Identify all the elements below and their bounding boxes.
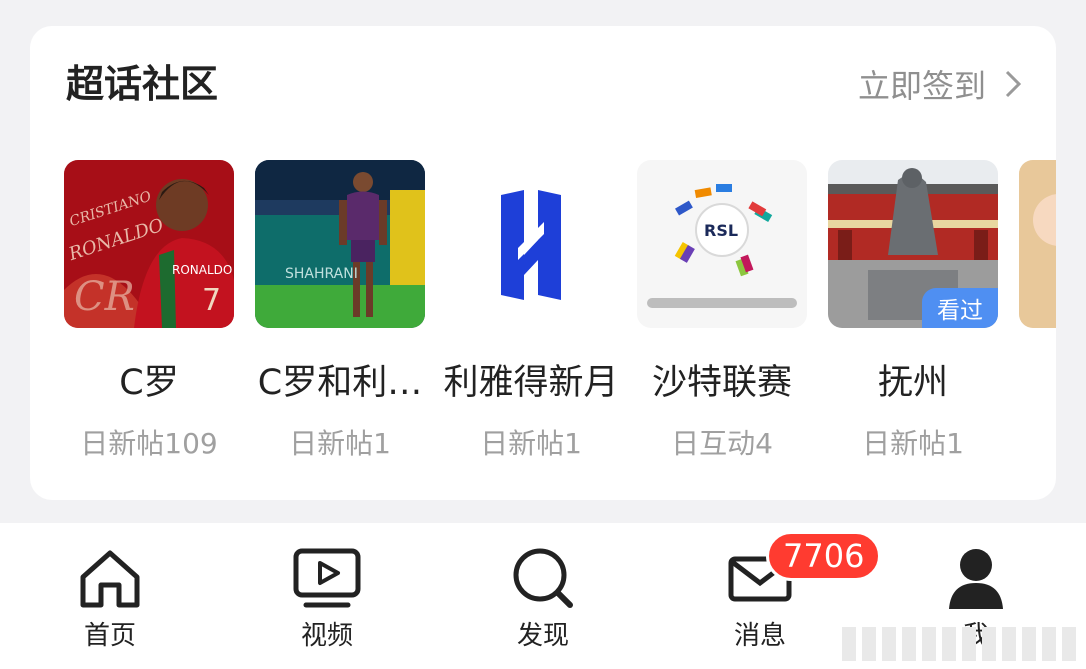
topic-item[interactable]: 看过 抚州 日新帖1 [828,160,1008,470]
topic-strip[interactable]: RONALDO 7 CRISTIANO RONALDO CR C罗 日新帖109 [64,160,1056,470]
chevron-right-icon [1005,70,1022,98]
topic-item[interactable]: SHAHRANI C罗和利… 日新帖1 [255,160,435,470]
training-image: SHAHRANI [255,160,425,328]
topic-name: 利雅得新月 [443,363,619,403]
checkin-label: 立即签到 [857,67,986,105]
tab-video[interactable]: 视频 [247,523,407,669]
message-count-badge: 7706 [766,531,882,581]
topic-item[interactable]: 耶 日 [1019,160,1056,470]
user-icon [949,549,1003,609]
section-title: 超话社区 [66,62,219,106]
topic-item[interactable]: RSL 沙特联赛 日互动4 [637,160,817,470]
tab-discover[interactable]: 发现 [463,523,623,669]
topic-name: C罗 [119,363,179,403]
ronaldo-image: RONALDO 7 CRISTIANO RONALDO CR [64,160,234,328]
seen-badge: 看过 [922,288,998,328]
topic-name: 耶 [1009,354,1056,405]
checkin-button[interactable]: 立即签到 [858,61,1022,107]
watermark [842,627,1076,661]
topic-item[interactable]: 利雅得新月 日新帖1 [443,160,626,470]
topic-thumbnail [446,160,616,328]
tab-video-label: 视频 [300,621,353,651]
topic-stat: 日新帖1 [480,427,582,460]
topic-name: 抚州 [877,363,948,403]
topic-name: C罗和利… [257,363,423,403]
video-icon [293,548,361,608]
rsl-logo: RSL [637,160,807,328]
svg-text:RONALDO: RONALDO [172,263,232,277]
al-hilal-logo [446,160,616,328]
topic-stat: 日新帖1 [862,427,964,460]
topic-thumbnail: RONALDO 7 CRISTIANO RONALDO CR [64,160,234,328]
topic-thumbnail: 看过 [828,160,998,328]
topic-item[interactable]: RONALDO 7 CRISTIANO RONALDO CR C罗 日新帖109 [64,160,244,470]
svg-text:RSL: RSL [704,221,738,240]
home-icon [80,550,140,608]
search-icon [513,548,573,608]
topic-stat: 日新帖1 [289,427,391,460]
topic-name: 沙特联赛 [651,363,792,403]
topic-stat: 日互动4 [671,427,773,460]
anime-portrait-image [1019,160,1056,328]
svg-text:CR: CR [74,274,135,320]
tab-messages-label: 消息 [733,621,786,651]
svg-text:7: 7 [202,283,221,318]
tab-home[interactable]: 首页 [30,523,190,669]
super-topic-card: 超话社区 立即签到 RONALDO 7 CRISTIANO RONALDO CR… [30,26,1056,500]
bottom-tab-bar: 首页 视频 发现 7706 消息 我 [0,523,1086,669]
topic-stat: 日 [1009,422,1056,462]
tab-messages[interactable]: 7706 消息 [680,523,882,669]
tab-home-label: 首页 [83,621,136,651]
topic-thumbnail: SHAHRANI [255,160,425,328]
topic-thumbnail [1019,160,1056,328]
svg-text:SHAHRANI: SHAHRANI [285,266,358,282]
topic-stat: 日新帖109 [80,427,218,460]
tab-discover-label: 发现 [516,621,569,651]
topic-thumbnail: RSL [637,160,807,328]
